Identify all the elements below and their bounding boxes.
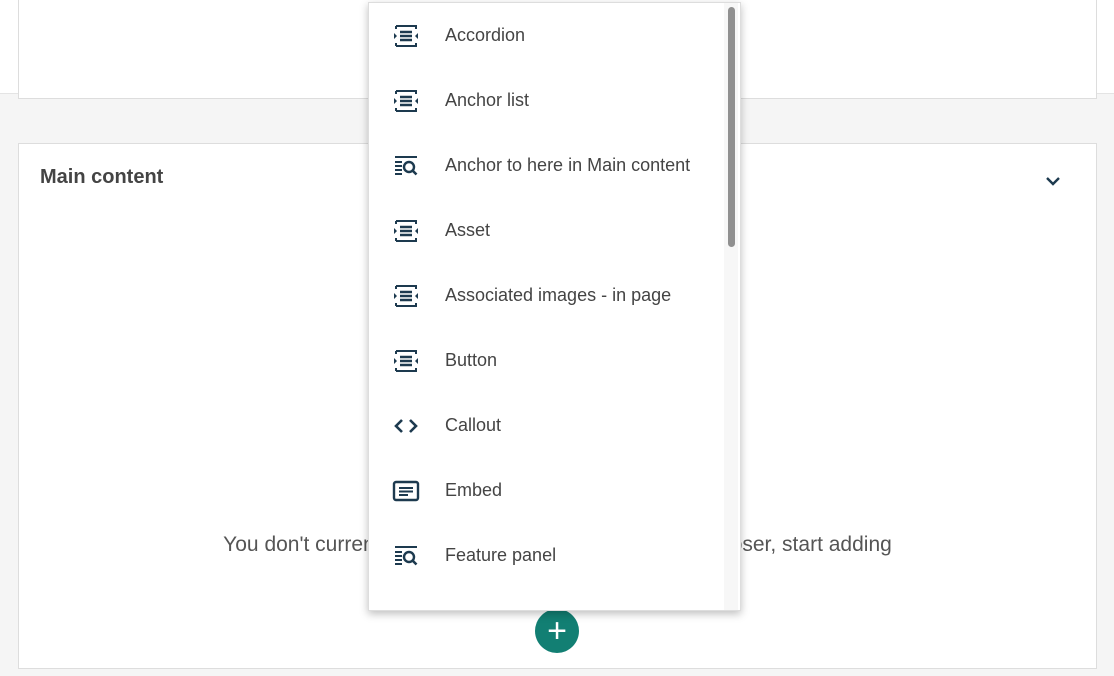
search-list-icon <box>395 155 418 175</box>
menu-item[interactable]: Anchor list <box>369 68 740 133</box>
embed-icon <box>392 480 420 501</box>
scrollbar[interactable] <box>724 3 738 610</box>
block-icon <box>394 284 418 307</box>
menu-item[interactable]: Accordion <box>369 3 740 68</box>
menu-item-label: Button <box>445 350 498 370</box>
block-icon <box>394 24 418 47</box>
menu-item-label: Accordion <box>445 25 526 45</box>
menu-item-label: Anchor list <box>445 90 530 110</box>
chevron-down-icon[interactable] <box>1044 172 1062 190</box>
block-icon <box>394 349 418 372</box>
code-icon <box>394 418 418 433</box>
menu-item[interactable]: Button <box>369 328 740 393</box>
block-icon <box>394 89 418 112</box>
block-chooser-menu: Accordion Anchor list Anchor to here in Ma… <box>368 2 741 611</box>
menu-item-label: Callout <box>445 415 502 435</box>
menu-item[interactable]: Embed <box>369 458 740 523</box>
menu-item-label: Embed <box>445 480 503 500</box>
menu-item[interactable]: Anchor to here in Main content <box>369 133 740 198</box>
menu-item[interactable]: Callout <box>369 393 740 458</box>
add-block-button[interactable]: + <box>535 609 579 653</box>
block-icon <box>394 219 418 242</box>
menu-item[interactable]: Asset <box>369 198 740 263</box>
search-list-icon <box>395 545 418 565</box>
scrollbar-thumb[interactable] <box>728 7 735 247</box>
menu-item-label: Asset <box>445 220 491 240</box>
menu-item[interactable]: Associated images - in page <box>369 263 740 328</box>
menu-item-label: Anchor to here in Main content <box>445 155 691 175</box>
menu-item[interactable]: Feature panel <box>369 523 740 588</box>
menu-item-label: Associated images - in page <box>445 285 672 305</box>
menu-item-label: Feature panel <box>445 545 557 565</box>
panel-title: Main content <box>40 166 164 188</box>
